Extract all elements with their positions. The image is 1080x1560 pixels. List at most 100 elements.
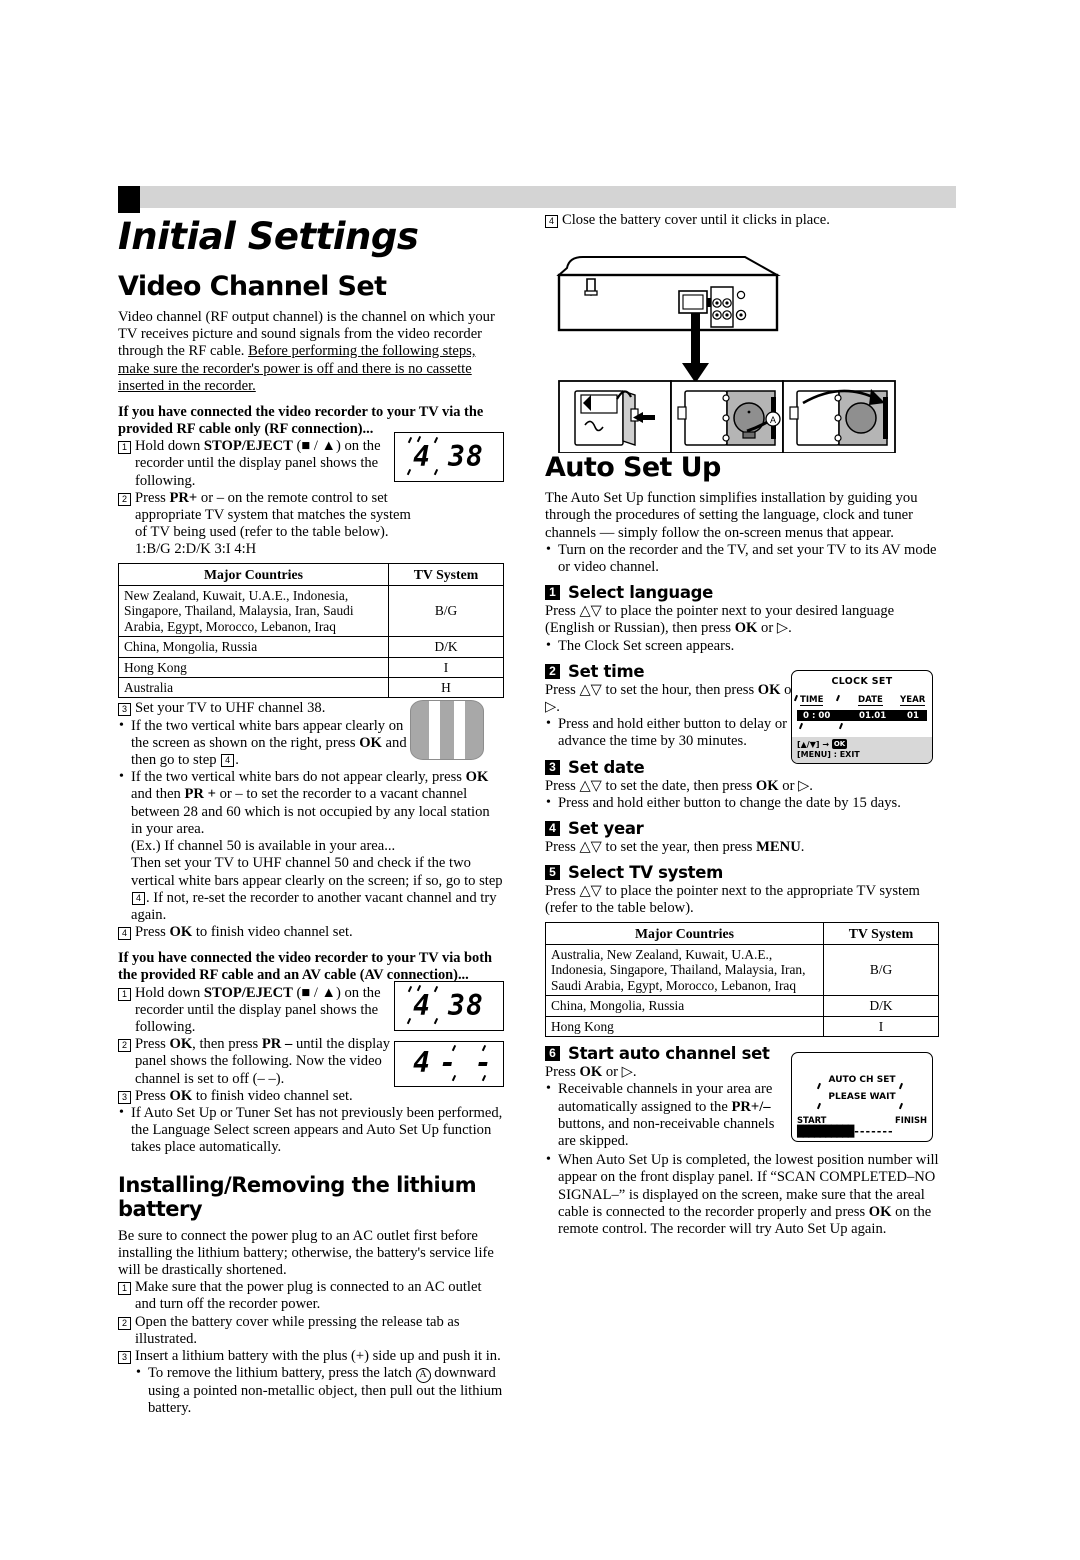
auto-ch-set-osd-progress-bar: ██████████------- [797,1125,894,1139]
table-row: Australia H [118,677,504,699]
auto-step-6-title: Start auto channel set [568,1044,770,1064]
rf-systems-line: 1:B/G 2:D/K 3:I 4:H [135,541,257,558]
rf-bullet-2-d: Then set your TV to UHF channel 50 and c… [131,855,503,889]
clock-set-osd-values: 0 : 00 01.01 01 [797,709,927,721]
blink-mark-icon [816,1103,821,1110]
lithium-step-1-text: Make sure that the power plug is connect… [135,1279,482,1313]
display-channel-number: 38 [448,440,484,474]
rf-step-4-a: Press [135,924,170,941]
step-badge-5: 5 [545,865,560,881]
progress-finish-label: FINISH [894,1115,927,1126]
auto-step-6-body-c: or ▷. [602,1064,637,1081]
section-title-video-channel-set: Video Channel Set [118,271,387,302]
auto-step-4-heading: 4 Set year [545,819,939,839]
rf-bullet-2-e: . If not, re-set the recorder to another… [131,889,497,923]
auto-step-2-bullets: Press and hold either button to delay or… [545,715,803,750]
blink-mark-icon [835,694,840,701]
auto-step-6-heading: 6 Start auto channel set [545,1044,795,1064]
cell-countries: Australia, New Zealand, Kuwait, U.A.E., … [545,944,824,997]
osd-footer-line-1: [▲/▼] → OK [797,738,927,750]
step-badge-6: 6 [545,1046,560,1062]
label-date: DATE [858,694,883,706]
progress-filled: ██████████ [797,1125,854,1139]
latch-label-a: A [770,415,776,425]
blink-mark-icon [816,1083,821,1090]
header-band [118,186,956,208]
step-number-1: 1 [118,987,131,1001]
left-column: Initial Settings Video Channel Set Video… [118,216,504,1418]
auto-step-2-title: Set time [568,661,645,681]
step-number-3: 3 [118,1090,131,1104]
cell-countries: New Zealand, Kuwait, U.A.E., Indonesia, … [118,585,389,638]
clock-set-osd-title: CLOCK SET [831,675,893,687]
auto-step-3-body: Press △▽ to set the date, then press OK … [545,778,939,795]
auto-step-2-body-a: Press △▽ to set the hour, then press [545,681,758,698]
tv-system-table-left: Major Countries TV System New Zealand, K… [118,562,504,699]
auto-step-2-key: OK [757,681,781,698]
step-number-2: 2 [118,1039,131,1053]
table-row: Australia, New Zealand, Kuwait, U.A.E., … [545,944,939,997]
av-step-2-a: Press [135,1036,170,1053]
progress-empty: ------- [853,1125,893,1139]
rf-bullet-2-ok: OK [465,769,489,786]
auto-step-1-title: Select language [568,583,714,603]
auto-ch-set-osd-progress-labels: START FINISH [797,1115,927,1125]
cell-system: B/G [823,944,939,997]
rf-step-3-text: Set your TV to UHF channel 38. [135,700,326,717]
osd-footer-arrow-icon: → [822,739,830,749]
step-number-3: 3 [118,1350,131,1364]
lithium-step-1: 1 Make sure that the power plug is connec… [118,1279,504,1313]
cell-system: D/K [388,636,504,658]
rf-bullet-2-example: (Ex.) If channel 50 is available in your… [131,838,396,855]
document-page: Initial Settings Video Channel Set Video… [0,0,1080,1560]
auto-step-3-bullets: Press and hold either button to change t… [545,794,939,812]
section-title-lithium-battery: Installing/Removing the lithium battery [118,1172,477,1221]
rf-bullet-1-key: OK [359,734,382,751]
rf-step-4: 4 Press OK to finish video channel set. [118,924,504,941]
blink-mark-icon [838,722,843,729]
av-step-1-a: Hold down [135,984,204,1001]
auto-step-3-title: Set date [568,757,645,777]
auto-step-6-body-a: Press [545,1064,580,1081]
av-step-2-ok: OK [169,1036,193,1053]
auto-step-1-body-a: Press △▽ to place the pointer next to yo… [545,603,895,637]
cell-system: B/G [388,585,504,638]
battery-illustration-svg: A [556,256,896,455]
auto-step-5-heading: 5 Select TV system [545,863,939,883]
osd-footer-ok-badge: OK [831,738,848,749]
clock-set-osd-labels: TIME DATE YEAR [792,694,932,706]
osd-footer-line-2: [MENU] : EXIT [797,749,860,759]
section-title-auto-set-up: Auto Set Up [545,452,721,484]
cell-countries: Australia [118,677,389,699]
auto-step-6-key: OK [579,1064,603,1081]
cell-system: I [388,656,504,679]
rf-step-4-c: to finish video channel set. [192,924,353,941]
rf-step-2: 2 Press PR+ or – on the remote control to… [118,490,425,559]
col-header-system: TV System [823,921,939,946]
page-title: Initial Settings [118,215,419,258]
clock-set-osd: CLOCK SET TIME DATE YEAR 0 : 00 01.01 01… [791,669,933,764]
col-header-countries: Major Countries [545,921,824,946]
rf-bullet-2-a: If the two vertical white bars do not ap… [131,769,466,786]
rf-step-2-text-a: Press [135,489,170,506]
table-row: New Zealand, Kuwait, U.A.E., Indonesia, … [118,585,504,638]
display-panel-graphic-av-2: 4- - [394,1040,504,1087]
progress-start-label: START [797,1115,827,1126]
step6-bullet-2-ok: OK [868,1203,892,1220]
step-number-4: 4 [118,927,131,941]
auto-step-2-body: Press △▽ to set the hour, then press OK … [545,682,803,716]
av-step-2-b: , then press [192,1036,262,1053]
display-panel-frame: 4 38 [394,980,504,1031]
blink-mark-icon [898,1103,903,1110]
table-row: Hong Kong I [118,656,504,679]
blink-mark-icon [898,1083,903,1090]
lithium-step-2-text: Open the battery cover while pressing th… [135,1313,460,1347]
av-step-3: 3 Press OK to finish video channel set. [118,1088,504,1105]
auto-ch-set-osd-subtitle: PLEASE WAIT [828,1092,896,1103]
auto-ch-set-osd-title: AUTO CH SET [828,1075,896,1086]
cell-countries: China, Mongolia, Russia [545,995,824,1017]
value-time: 0 : 00 [803,710,831,721]
rf-bullet-1-d: . [235,752,239,769]
auto-step-5-body: Press △▽ to place the pointer next to th… [545,883,920,917]
tv-system-table-right: Major Countries TV System Australia, New… [545,921,939,1038]
